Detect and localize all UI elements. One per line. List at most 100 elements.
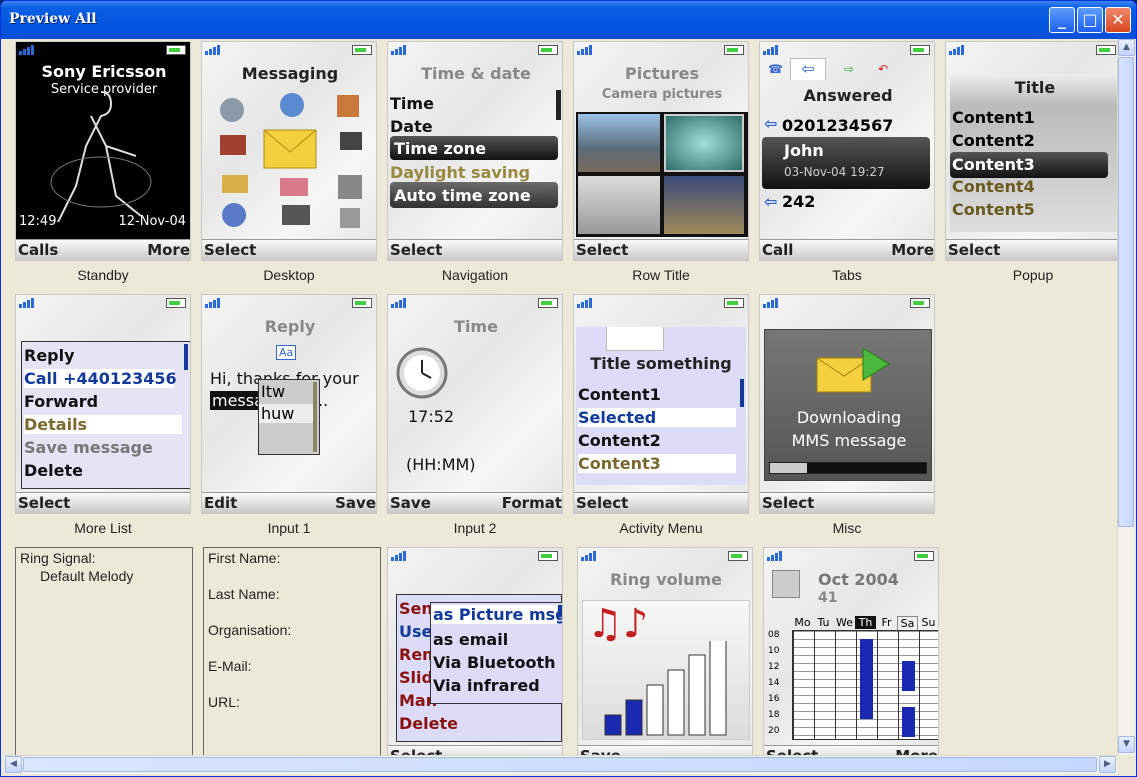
vertical-scrollbar[interactable]: ▲ ▼	[1117, 39, 1135, 755]
activity-item[interactable]: Content2	[578, 431, 661, 450]
submenu-item-selected[interactable]: as Picture msg	[431, 605, 562, 624]
phone-row-title[interactable]: Pictures Camera pictures Select	[573, 41, 749, 261]
popup-item[interactable]: Content5	[952, 200, 1035, 219]
close-button[interactable]: ✕	[1105, 7, 1131, 33]
left-softkey[interactable]: Select	[762, 494, 814, 512]
suggestion-item[interactable]: huw	[259, 404, 313, 423]
picture-thumb[interactable]	[578, 114, 660, 172]
volume-bar[interactable]	[646, 684, 664, 736]
right-softkey[interactable]: Format	[502, 494, 562, 512]
missed-tab-icon[interactable]: ↶	[878, 62, 888, 76]
left-softkey[interactable]: Select	[576, 241, 628, 259]
popup-item[interactable]: Content4	[952, 177, 1035, 196]
first-name-label[interactable]: First Name:	[208, 550, 280, 566]
menu-item[interactable]: Delete	[399, 714, 458, 733]
left-softkey[interactable]: Save	[580, 747, 621, 755]
menu-item[interactable]: Daylight saving	[390, 163, 530, 182]
call-entry-selected[interactable]: John 03-Nov-04 19:27	[762, 137, 930, 189]
activity-item-selected[interactable]: Selected	[578, 408, 736, 427]
left-softkey[interactable]: Select	[18, 494, 70, 512]
left-softkey[interactable]: Edit	[204, 494, 237, 512]
menu-item[interactable]: Use	[399, 622, 432, 641]
suggestion-item[interactable]: Itw	[261, 382, 285, 401]
phone-desktop[interactable]: Messaging Select	[201, 41, 377, 261]
phone-calendar[interactable]: Oct 2004 41 Mo Tu We Th Fr Sa Su 08 10 12 14 16 18 20…	[763, 547, 939, 755]
forward-arrow-tab-icon[interactable]: ⇨	[844, 62, 854, 76]
maximize-button[interactable]: □	[1077, 7, 1103, 33]
phone-tab-icon[interactable]: ☎	[768, 62, 783, 76]
popup-item[interactable]: Content2	[952, 131, 1035, 150]
left-softkey[interactable]: Select	[390, 747, 442, 755]
volume-bar[interactable]	[667, 669, 685, 736]
phone-more-list[interactable]: Reply Call +440123456 Forward Details Sa…	[15, 294, 191, 514]
activity-item[interactable]: Content3	[578, 454, 736, 473]
last-name-label[interactable]: Last Name:	[208, 586, 280, 602]
menu-item[interactable]: Date	[390, 117, 433, 136]
picture-thumb[interactable]	[664, 176, 744, 234]
list-item[interactable]: Forward	[24, 392, 98, 411]
submenu-item[interactable]: Via infrared	[433, 676, 540, 695]
phone-misc[interactable]: Downloading MMS message Select	[759, 294, 935, 514]
back-arrow-tab-icon[interactable]: ⇦	[790, 58, 826, 80]
horizontal-scrollbar[interactable]: ◀ ▶	[5, 755, 1117, 774]
volume-bars[interactable]	[603, 641, 733, 737]
popup-item-selected[interactable]: Content3	[950, 152, 1108, 178]
appointment-block[interactable]	[902, 707, 915, 737]
left-softkey[interactable]: Select	[576, 494, 628, 512]
right-softkey[interactable]: More	[147, 241, 190, 259]
scrollbar[interactable]	[313, 382, 317, 452]
left-softkey[interactable]: Select	[766, 747, 818, 755]
menu-item-selected[interactable]: Time zone	[390, 136, 558, 160]
title-bar[interactable]: Preview All _ □ ✕	[1, 1, 1136, 39]
email-label[interactable]: E-Mail:	[208, 658, 252, 674]
scrollbar[interactable]	[558, 605, 562, 617]
url-label[interactable]: URL:	[208, 694, 240, 710]
scrollbar[interactable]	[184, 344, 188, 370]
activity-tab[interactable]	[606, 327, 664, 351]
scrollbar[interactable]	[740, 379, 744, 407]
phone-popup[interactable]: Title Content1 Content2 Content3 Content…	[945, 41, 1117, 261]
list-item[interactable]: Details	[24, 415, 182, 434]
list-item[interactable]: Delete	[24, 461, 83, 480]
submenu-item[interactable]: as email	[433, 630, 508, 649]
scroll-down-icon[interactable]: ▼	[1118, 736, 1135, 753]
volume-bar[interactable]	[709, 641, 727, 736]
phone-send-menu[interactable]: Send Use Rem Slide Man Delete as Picture…	[387, 547, 563, 755]
appointment-block[interactable]	[860, 639, 873, 719]
volume-bar[interactable]	[604, 714, 622, 736]
left-softkey[interactable]: Calls	[18, 241, 58, 259]
phone-activity-menu[interactable]: Title something Content1 Selected Conten…	[573, 294, 749, 514]
horizontal-scroll-thumb[interactable]	[23, 757, 1097, 772]
picture-thumb[interactable]	[578, 176, 660, 234]
menu-item[interactable]: Time	[390, 94, 434, 113]
phone-navigation[interactable]: Time & date Time Date Time zone Daylight…	[387, 41, 563, 261]
list-item[interactable]: Save message	[24, 438, 153, 457]
scroll-right-icon[interactable]: ▶	[1099, 756, 1116, 773]
scroll-left-icon[interactable]: ◀	[5, 756, 22, 773]
left-softkey[interactable]: Select	[948, 241, 1000, 259]
left-softkey[interactable]: Call	[762, 241, 793, 259]
vertical-scroll-thumb[interactable]	[1118, 57, 1134, 527]
calendar-cells[interactable]	[792, 630, 938, 740]
call-entry[interactable]: 242	[782, 192, 815, 211]
scroll-up-icon[interactable]: ▲	[1118, 39, 1135, 56]
phone-input-1[interactable]: Reply Aa Hi, thanks for your messa .. It…	[201, 294, 377, 514]
right-softkey[interactable]: Save	[335, 494, 376, 512]
picture-thumb[interactable]	[664, 114, 744, 172]
phone-ring-volume[interactable]: Ring volume ♫♪ Save	[577, 547, 753, 755]
calendar-week-grid[interactable]: Mo Tu We Th Fr Sa Su 08 10 12 14 16 18 20	[764, 616, 938, 744]
right-softkey[interactable]: More	[895, 747, 938, 755]
volume-bar[interactable]	[688, 654, 706, 736]
appointment-block[interactable]	[902, 661, 915, 691]
call-entry[interactable]: 0201234567	[782, 116, 893, 135]
ring-signal-value[interactable]: Default Melody	[40, 568, 133, 584]
popup-item[interactable]: Content1	[952, 108, 1035, 127]
left-softkey[interactable]: Select	[204, 241, 256, 259]
left-softkey[interactable]: Select	[390, 241, 442, 259]
scrollbar[interactable]	[556, 90, 561, 120]
minimize-button[interactable]: _	[1049, 7, 1075, 33]
time-value[interactable]: 17:52	[408, 407, 454, 426]
menu-item[interactable]: Auto time zone	[390, 182, 558, 208]
left-softkey[interactable]: Save	[390, 494, 431, 512]
submenu-item[interactable]: Via Bluetooth	[433, 653, 556, 672]
